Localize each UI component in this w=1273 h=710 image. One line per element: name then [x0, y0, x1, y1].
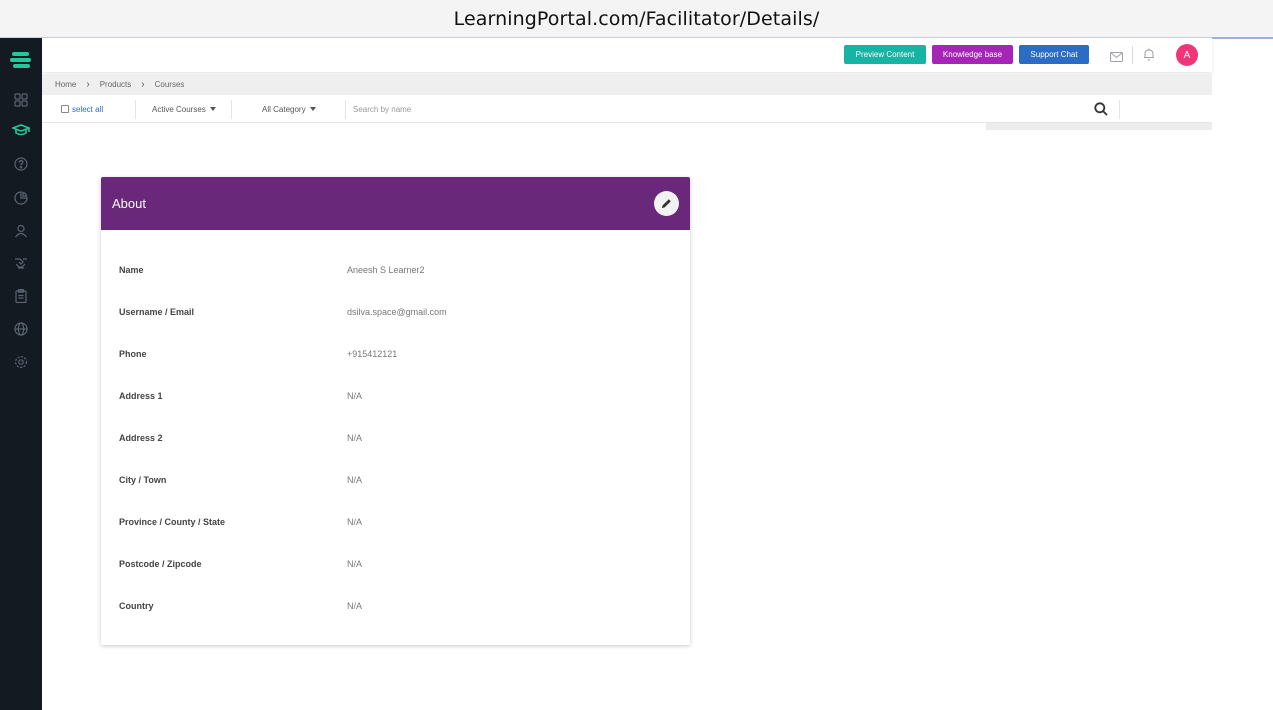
address2-value: N/A	[347, 433, 363, 443]
top-bar: Preview Content Knowledge base Support C…	[42, 38, 1212, 72]
graduation-cap-icon[interactable]	[0, 124, 42, 138]
url-bar-underline	[1212, 37, 1273, 39]
logo-icon[interactable]	[0, 51, 42, 69]
active-courses-dropdown[interactable]: Active Courses	[152, 105, 216, 114]
globe-icon[interactable]	[0, 322, 42, 336]
breadcrumb: Home › Products › Courses	[42, 74, 1212, 95]
breadcrumb-home[interactable]: Home	[55, 80, 76, 89]
phone-label: Phone	[119, 349, 147, 359]
gray-band	[986, 123, 1212, 130]
about-title: About	[112, 196, 146, 211]
country-label: Country	[119, 601, 154, 611]
chart-icon[interactable]	[0, 191, 42, 205]
browser-url-bar[interactable]: LearningPortal.com/Facilitator/Details/	[0, 0, 1273, 38]
city-value: N/A	[347, 475, 363, 485]
knowledge-base-button[interactable]: Knowledge base	[932, 45, 1013, 64]
email-value: dsilva.space@gmail.com	[347, 307, 447, 317]
address2-label: Address 2	[119, 433, 163, 443]
address1-value: N/A	[347, 391, 363, 401]
about-card: About Name Aneesh S Learner2 Username / …	[101, 177, 690, 645]
caret-down-icon	[209, 107, 216, 111]
bell-icon[interactable]	[1143, 48, 1155, 66]
category-dropdown[interactable]: All Category	[262, 105, 316, 114]
breadcrumb-courses[interactable]: Courses	[155, 80, 185, 89]
category-label: All Category	[262, 105, 306, 114]
city-label: City / Town	[119, 475, 167, 485]
url-text: LearningPortal.com/Facilitator/Details/	[453, 7, 820, 30]
filter-divider	[1119, 100, 1120, 119]
postcode-value: N/A	[347, 559, 363, 569]
support-chat-button[interactable]: Support Chat	[1019, 45, 1089, 64]
select-all-label[interactable]: select all	[72, 105, 103, 114]
handshake-icon[interactable]	[0, 256, 42, 270]
grid-icon[interactable]	[0, 93, 42, 107]
mail-icon[interactable]	[1110, 49, 1123, 67]
postcode-label: Postcode / Zipcode	[119, 559, 202, 569]
filter-divider	[135, 100, 136, 119]
phone-value: +915412121	[347, 349, 398, 359]
search-icon[interactable]	[1094, 102, 1108, 118]
name-label: Name	[119, 265, 144, 275]
topbar-separator	[1132, 46, 1133, 64]
chevron-right-icon: ›	[86, 79, 90, 90]
pencil-icon	[662, 199, 671, 208]
avatar[interactable]: A	[1176, 44, 1198, 66]
clipboard-icon[interactable]	[0, 289, 42, 303]
help-icon[interactable]	[0, 157, 42, 171]
province-label: Province / County / State	[119, 517, 226, 527]
filter-divider	[231, 100, 232, 119]
name-value: Aneesh S Learner2	[347, 265, 425, 275]
edit-button[interactable]	[654, 191, 679, 216]
about-card-header: About	[101, 177, 690, 230]
settings-icon[interactable]	[0, 355, 42, 369]
breadcrumb-products[interactable]: Products	[100, 80, 132, 89]
province-value: N/A	[347, 517, 363, 527]
sidebar	[0, 38, 42, 710]
active-courses-label: Active Courses	[152, 105, 206, 114]
chevron-right-icon: ›	[141, 79, 145, 90]
preview-content-button[interactable]: Preview Content	[844, 45, 926, 64]
user-icon[interactable]	[0, 224, 42, 238]
filter-divider	[345, 100, 346, 119]
email-label: Username / Email	[119, 307, 195, 317]
caret-down-icon	[309, 107, 316, 111]
filter-bar: select all Active Courses All Category S…	[42, 96, 1212, 123]
address1-label: Address 1	[119, 391, 163, 401]
search-input[interactable]: Search by name	[353, 105, 411, 114]
country-value: N/A	[347, 601, 363, 611]
select-all-checkbox[interactable]	[61, 105, 69, 113]
